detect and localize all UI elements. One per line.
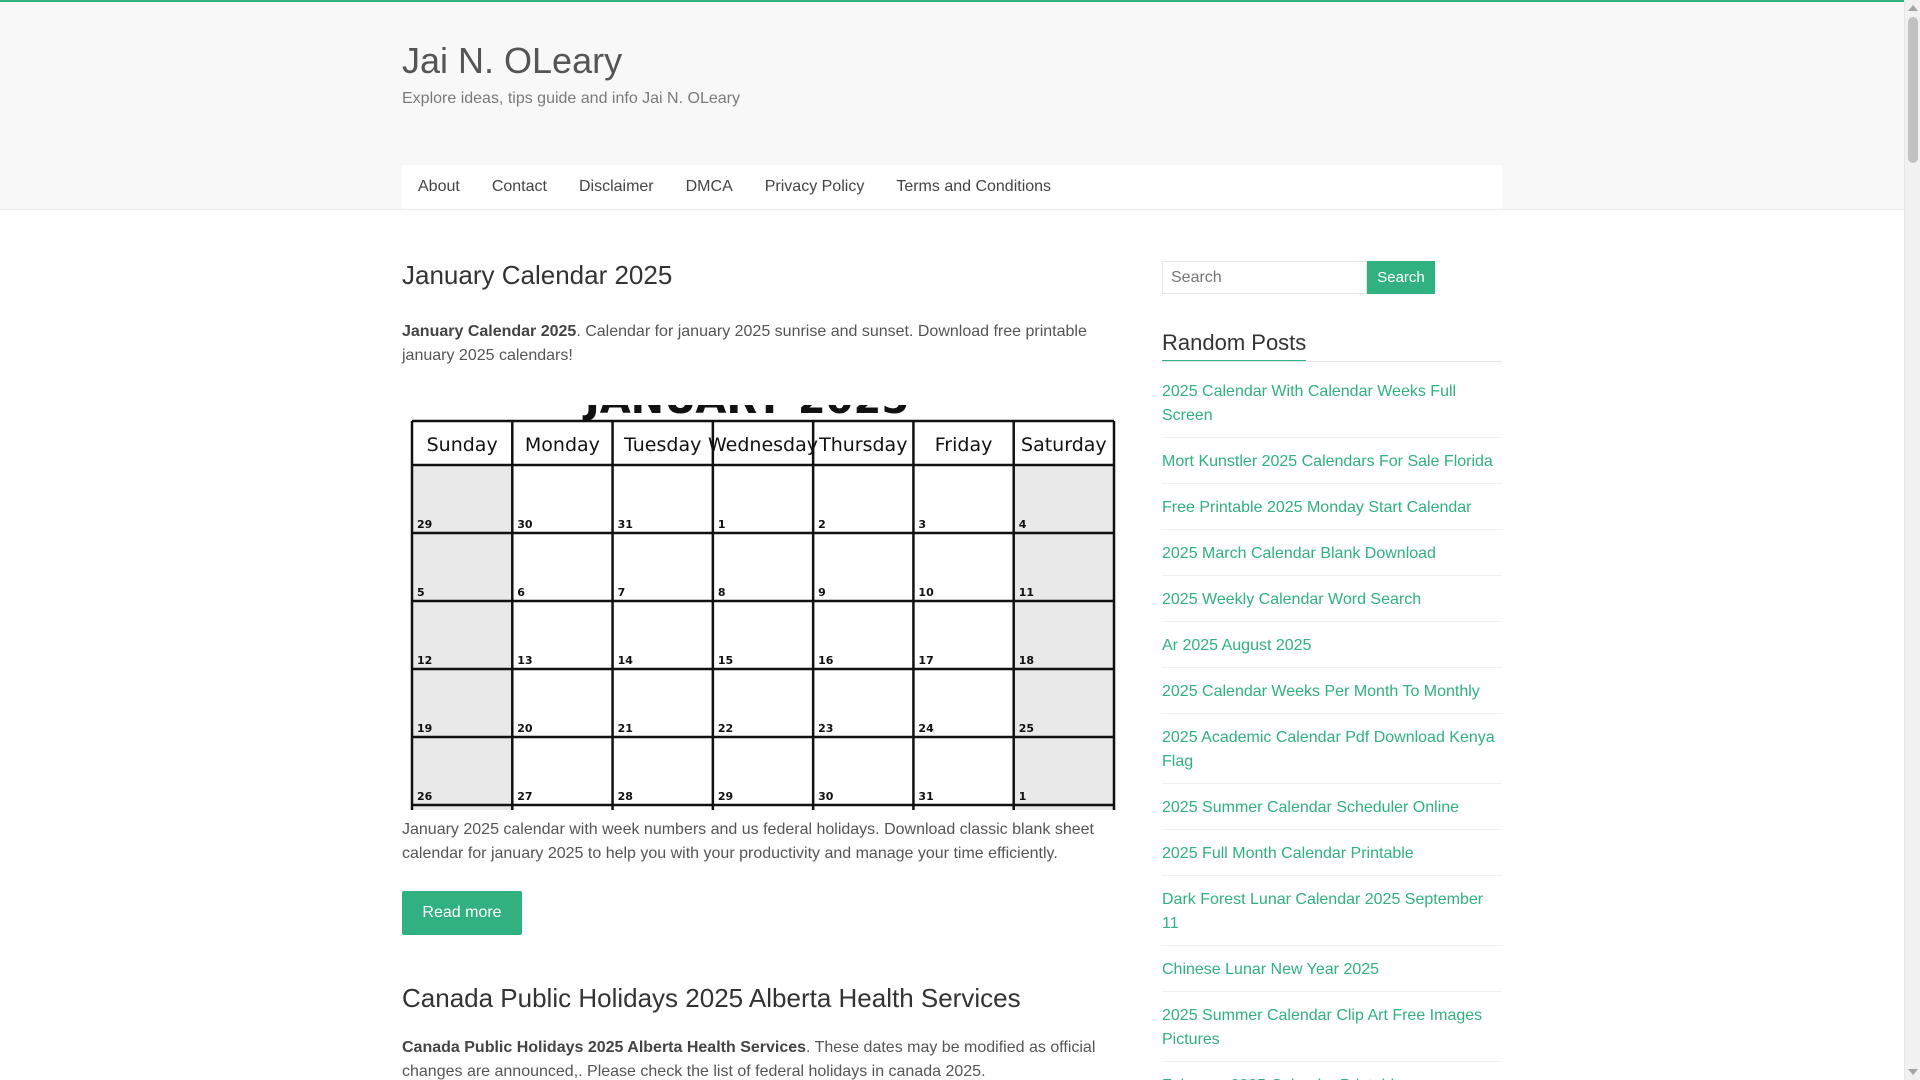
- post-featured-image[interactable]: JANUARY 2025 SundayMondayTuesdayWednesda…: [402, 405, 1116, 810]
- site-description: Explore ideas, tips guide and info Jai N…: [402, 90, 740, 107]
- calendar-date-number: 31: [618, 518, 633, 531]
- calendar-image: JANUARY 2025 SundayMondayTuesdayWednesda…: [402, 405, 1116, 810]
- calendar-day-header: Friday: [935, 434, 993, 456]
- scrollbar[interactable]: [1904, 0, 1920, 1080]
- random-post-link[interactable]: 2025 Calendar With Calendar Weeks Full S…: [1162, 380, 1502, 438]
- site-header: Jai N. OLeary Explore ideas, tips guide …: [0, 2, 1904, 209]
- calendar-date-number: 22: [718, 722, 733, 735]
- post-caption: January 2025 calendar with week numbers …: [402, 821, 1094, 862]
- post-excerpt-bold: January Calendar 2025: [402, 323, 577, 340]
- calendar-weekend-shade: [1013, 465, 1114, 810]
- site-title[interactable]: Jai N. OLeary: [402, 40, 622, 82]
- calendar-date-number: 8: [718, 586, 726, 599]
- random-post-link[interactable]: Ar 2025 August 2025: [1162, 634, 1502, 668]
- scroll-up-arrow-icon[interactable]: [1908, 5, 1918, 11]
- calendar-date-number: 5: [417, 586, 425, 599]
- calendar-date-number: 15: [718, 654, 733, 667]
- random-post-link[interactable]: Mort Kunstler 2025 Calendars For Sale Fl…: [1162, 450, 1502, 484]
- calendar-date-number: 19: [417, 722, 432, 735]
- header-divider: [0, 209, 1904, 210]
- random-posts-list: 2025 Calendar With Calendar Weeks Full S…: [1162, 380, 1502, 1080]
- calendar-date-number: 27: [517, 790, 532, 803]
- random-post-link[interactable]: Chinese Lunar New Year 2025: [1162, 958, 1502, 992]
- search-button[interactable]: Search: [1367, 261, 1435, 294]
- calendar-date-number: 31: [918, 790, 933, 803]
- calendar-date-number: 16: [818, 654, 834, 667]
- calendar-date-number: 26: [417, 790, 433, 803]
- calendar-day-header: Wednesday: [708, 434, 818, 456]
- random-post-link[interactable]: 2025 Summer Calendar Clip Art Free Image…: [1162, 1004, 1502, 1062]
- nav-item-about[interactable]: About: [402, 165, 476, 209]
- calendar-date-number: 28: [618, 790, 633, 803]
- post-excerpt-bold-2: Canada Public Holidays 2025 Alberta Heal…: [402, 1039, 807, 1056]
- calendar-date-number: 7: [618, 586, 626, 599]
- random-post-link[interactable]: 2025 March Calendar Blank Download: [1162, 542, 1502, 576]
- search-input[interactable]: [1162, 261, 1367, 294]
- page: Jai N. OLeary Explore ideas, tips guide …: [0, 2, 1904, 1080]
- nav-item-contact[interactable]: Contact: [476, 165, 563, 209]
- random-posts-title: Random Posts: [1162, 330, 1307, 362]
- calendar-day-header: Sunday: [427, 434, 498, 456]
- calendar-date-number: 20: [517, 722, 533, 735]
- calendar-date-number: 2: [818, 518, 826, 531]
- calendar-date-number: 24: [918, 722, 934, 735]
- nav-item-terms[interactable]: Terms and Conditions: [880, 165, 1067, 209]
- calendar-weekend-shade: [412, 465, 513, 810]
- nav-item-privacy-policy[interactable]: Privacy Policy: [749, 165, 881, 209]
- calendar-date-number: 29: [718, 790, 733, 803]
- random-post-link[interactable]: 2025 Summer Calendar Scheduler Online: [1162, 796, 1502, 830]
- post-title[interactable]: January Calendar 2025: [402, 260, 672, 291]
- calendar-date-number: 1: [718, 518, 726, 531]
- scroll-down-arrow-icon[interactable]: [1908, 1069, 1918, 1075]
- calendar-date-number: 21: [618, 722, 633, 735]
- read-more-button[interactable]: Read more: [402, 891, 522, 935]
- random-post-link[interactable]: 2025 Academic Calendar Pdf Download Keny…: [1162, 726, 1502, 784]
- calendar-date-number: 1: [1019, 790, 1027, 803]
- random-post-link[interactable]: 2025 Full Month Calendar Printable: [1162, 842, 1502, 876]
- calendar-date-number: 4: [1019, 518, 1027, 531]
- calendar-date-number: 12: [417, 654, 432, 667]
- calendar-day-header: Saturday: [1021, 434, 1107, 456]
- scrollbar-thumb[interactable]: [1908, 17, 1918, 163]
- calendar-date-number: 6: [517, 586, 525, 599]
- nav-item-disclaimer[interactable]: Disclaimer: [563, 165, 670, 209]
- calendar-day-header: Thursday: [818, 434, 907, 456]
- widget-divider: [1162, 361, 1502, 362]
- random-post-link[interactable]: 2025 Weekly Calendar Word Search: [1162, 588, 1502, 622]
- random-post-link[interactable]: February 2025 Calendar Printables: [1162, 1074, 1502, 1080]
- calendar-date-number: 11: [1019, 586, 1034, 599]
- calendar-date-number: 23: [818, 722, 833, 735]
- calendar-day-header: Tuesday: [623, 434, 701, 456]
- calendar-day-header: Monday: [525, 434, 600, 456]
- calendar-date-number: 29: [417, 518, 432, 531]
- random-post-link[interactable]: 2025 Calendar Weeks Per Month To Monthly: [1162, 680, 1502, 714]
- calendar-date-number: 25: [1019, 722, 1034, 735]
- random-post-link[interactable]: Free Printable 2025 Monday Start Calenda…: [1162, 496, 1502, 530]
- calendar-date-number: 18: [1019, 654, 1034, 667]
- calendar-date-number: 13: [517, 654, 532, 667]
- post-excerpt: January Calendar 2025. Calendar for janu…: [402, 320, 1102, 368]
- main-navigation: About Contact Disclaimer DMCA Privacy Po…: [402, 165, 1502, 209]
- calendar-date-number: 3: [918, 518, 926, 531]
- calendar-date-number: 17: [918, 654, 933, 667]
- post-excerpt-2: Canada Public Holidays 2025 Alberta Heal…: [402, 1036, 1102, 1080]
- calendar-date-number: 10: [918, 586, 934, 599]
- calendar-date-number: 30: [517, 518, 533, 531]
- nav-item-dmca[interactable]: DMCA: [670, 165, 749, 209]
- random-post-link[interactable]: Dark Forest Lunar Calendar 2025 Septembe…: [1162, 888, 1502, 946]
- calendar-date-number: 30: [818, 790, 834, 803]
- calendar-date-number: 9: [818, 586, 826, 599]
- post-title-2[interactable]: Canada Public Holidays 2025 Alberta Heal…: [402, 983, 1021, 1014]
- calendar-date-number: 14: [618, 654, 634, 667]
